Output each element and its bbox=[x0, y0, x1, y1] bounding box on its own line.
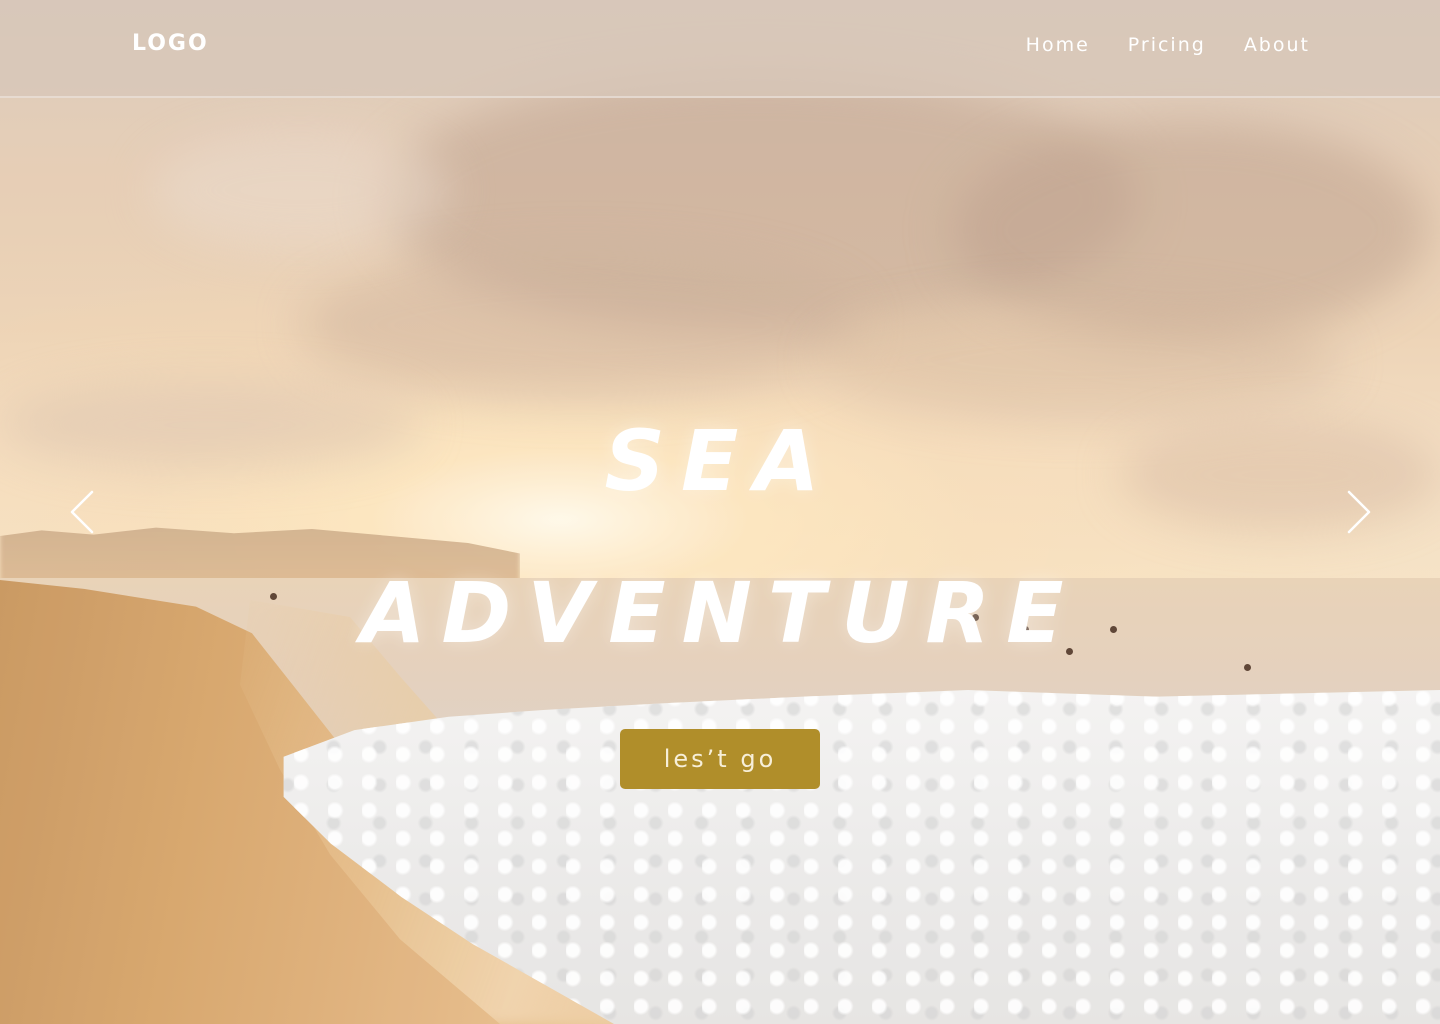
nav-links: Home Pricing About bbox=[1026, 34, 1310, 56]
navbar: LOGO Home Pricing About bbox=[0, 0, 1440, 98]
logo[interactable]: LOGO bbox=[132, 31, 209, 56]
hero-title-line-1: SEA bbox=[604, 412, 836, 510]
nav-link-pricing[interactable]: Pricing bbox=[1128, 34, 1206, 56]
carousel-next-button[interactable] bbox=[1337, 490, 1377, 534]
chevron-left-icon bbox=[70, 490, 94, 534]
nav-link-about[interactable]: About bbox=[1244, 34, 1310, 56]
cta-button[interactable]: les’t go bbox=[620, 729, 820, 789]
carousel-prev-button[interactable] bbox=[64, 490, 104, 534]
chevron-right-icon bbox=[1347, 490, 1371, 534]
nav-link-home[interactable]: Home bbox=[1026, 34, 1090, 56]
hero-title: SEA ADVENTURE bbox=[0, 385, 1440, 689]
hero-title-line-2: ADVENTURE bbox=[360, 564, 1080, 662]
